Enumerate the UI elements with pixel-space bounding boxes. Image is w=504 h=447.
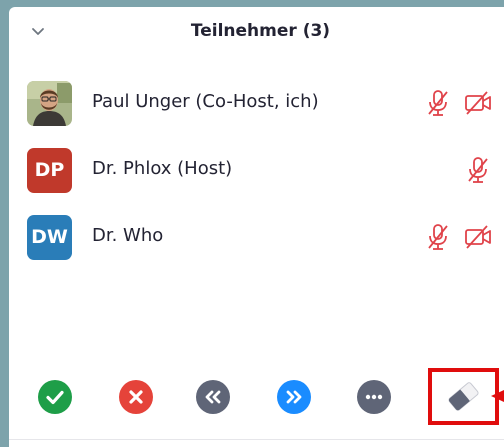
double-chevron-left-icon: [205, 390, 221, 404]
microphone-muted-icon[interactable]: [423, 88, 453, 118]
avatar: [27, 81, 72, 126]
go-faster-button[interactable]: [277, 380, 311, 414]
more-button[interactable]: [357, 380, 391, 414]
close-icon: [129, 390, 143, 404]
yes-button[interactable]: [38, 380, 72, 414]
go-slower-button[interactable]: [196, 380, 230, 414]
participant-row[interactable]: Paul Unger (Co-Host, ich): [9, 77, 504, 129]
participants-panel: Teilnehmer (3) Paul Unger (Co-Host, ich): [9, 7, 504, 447]
video-off-icon[interactable]: [463, 222, 493, 252]
double-chevron-right-icon: [286, 390, 302, 404]
participant-name: Dr. Who: [92, 225, 164, 246]
participant-name: Paul Unger (Co-Host, ich): [92, 91, 319, 112]
no-button[interactable]: [119, 380, 153, 414]
avatar-photo: [27, 81, 72, 126]
video-off-icon[interactable]: [463, 88, 493, 118]
more-icon: [365, 394, 383, 400]
divider: [9, 439, 504, 440]
microphone-muted-icon[interactable]: [463, 155, 493, 185]
participant-row[interactable]: DP Dr. Phlox (Host): [9, 144, 504, 196]
avatar: DP: [27, 148, 72, 193]
participant-row[interactable]: DW Dr. Who: [9, 211, 504, 263]
avatar: DW: [27, 215, 72, 260]
avatar-initials: DP: [34, 159, 65, 181]
panel-title: Teilnehmer (3): [190, 21, 331, 41]
nonverbal-feedback-bar: [9, 368, 504, 425]
panel-header: Teilnehmer (3): [9, 7, 504, 57]
annotation-arrow-icon: [491, 390, 504, 402]
check-icon: [46, 390, 64, 405]
avatar-initials: DW: [31, 226, 68, 248]
eraser-icon: [448, 382, 479, 411]
microphone-muted-icon[interactable]: [423, 222, 453, 252]
participant-name: Dr. Phlox (Host): [92, 158, 233, 179]
